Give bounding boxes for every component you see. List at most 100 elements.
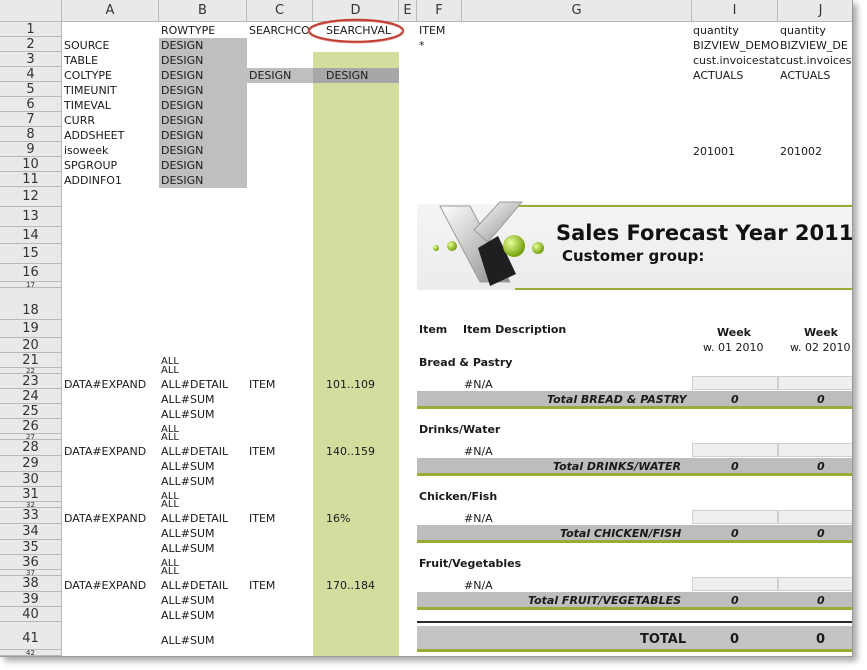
- input-cell[interactable]: [692, 510, 778, 524]
- block-all[interactable]: ALL: [161, 366, 179, 376]
- row-header[interactable]: 16: [0, 264, 62, 282]
- row-header[interactable]: 28: [0, 440, 62, 456]
- cell-all-detail[interactable]: ALL#DETAIL: [161, 512, 228, 525]
- row-header[interactable]: 5: [0, 82, 62, 97]
- column-header-j[interactable]: J: [778, 0, 852, 22]
- cell-b11[interactable]: DESIGN: [161, 174, 203, 187]
- row-header[interactable]: 18: [0, 288, 62, 320]
- row-header[interactable]: 20: [0, 338, 62, 353]
- cell-a4[interactable]: COLTYPE: [64, 69, 112, 82]
- row-header[interactable]: 38: [0, 576, 62, 592]
- cell-b6[interactable]: DESIGN: [161, 99, 203, 112]
- cell-b2[interactable]: DESIGN: [161, 39, 203, 52]
- cell-all-sum[interactable]: ALL#SUM: [161, 634, 215, 647]
- cell-i4[interactable]: ACTUALS: [693, 69, 743, 82]
- cell-j1[interactable]: quantity: [780, 24, 826, 37]
- column-header-f[interactable]: F: [417, 0, 462, 22]
- cell-b3[interactable]: DESIGN: [161, 54, 203, 67]
- row-header[interactable]: 11: [0, 172, 62, 187]
- cell-data-expand[interactable]: DATA#EXPAND: [64, 512, 146, 525]
- cell-b8[interactable]: DESIGN: [161, 129, 203, 142]
- cell-range[interactable]: 101..109: [326, 378, 375, 391]
- input-cell[interactable]: [778, 577, 852, 591]
- cell-all-detail[interactable]: ALL#DETAIL: [161, 378, 228, 391]
- cell-j3[interactable]: cust.invoices: [780, 54, 851, 67]
- cell-a11[interactable]: ADDINFO1: [64, 174, 122, 187]
- row-header[interactable]: 23: [0, 374, 62, 389]
- cell-b9[interactable]: DESIGN: [161, 144, 203, 157]
- cell-c1[interactable]: SEARCHCO: [249, 24, 310, 37]
- cell-a9[interactable]: isoweek: [64, 144, 108, 157]
- row-header[interactable]: 1: [0, 22, 62, 37]
- column-header-b[interactable]: B: [159, 0, 247, 22]
- select-all-corner[interactable]: [0, 0, 62, 22]
- cell-all-sum[interactable]: ALL#SUM: [161, 393, 215, 406]
- block-all[interactable]: ALL: [161, 433, 179, 443]
- cell-j4[interactable]: ACTUALS: [780, 69, 830, 82]
- input-cell[interactable]: [778, 510, 852, 524]
- row-header[interactable]: 19: [0, 320, 62, 338]
- cell-b1[interactable]: ROWTYPE: [161, 24, 215, 37]
- row-header[interactable]: 7: [0, 112, 62, 127]
- input-cell[interactable]: [778, 443, 852, 457]
- cell-data-expand[interactable]: DATA#EXPAND: [64, 378, 146, 391]
- input-cell[interactable]: [692, 577, 778, 591]
- cell-i9[interactable]: 201001: [693, 145, 735, 158]
- cell-b4[interactable]: DESIGN: [161, 69, 203, 82]
- cell-b5[interactable]: DESIGN: [161, 84, 203, 97]
- row-header[interactable]: 31: [0, 487, 62, 502]
- cell-all-sum[interactable]: ALL#SUM: [161, 460, 215, 473]
- column-header-a[interactable]: A: [62, 0, 159, 22]
- cell-j2[interactable]: BIZVIEW_DE: [780, 39, 848, 52]
- cell-na[interactable]: #N/A: [464, 512, 493, 525]
- cell-i2[interactable]: BIZVIEW_DEMO: [693, 39, 779, 52]
- cell-all-sum[interactable]: ALL#SUM: [161, 408, 215, 421]
- cell-all-sum[interactable]: ALL#SUM: [161, 475, 215, 488]
- row-header[interactable]: 24: [0, 389, 62, 404]
- cell-all-detail[interactable]: ALL#DETAIL: [161, 445, 228, 458]
- cell-a3[interactable]: TABLE: [64, 54, 98, 67]
- cell-all-sum[interactable]: ALL#SUM: [161, 609, 215, 622]
- row-header[interactable]: 4: [0, 67, 62, 82]
- cell-item[interactable]: ITEM: [249, 445, 275, 458]
- cell-na[interactable]: #N/A: [464, 378, 493, 391]
- cell-item[interactable]: ITEM: [249, 512, 275, 525]
- cell-a10[interactable]: SPGROUP: [64, 159, 117, 172]
- row-header[interactable]: 14: [0, 227, 62, 244]
- cell-d4[interactable]: DESIGN: [326, 69, 368, 82]
- row-header[interactable]: 30: [0, 472, 62, 487]
- cell-b10[interactable]: DESIGN: [161, 159, 203, 172]
- cell-all-sum[interactable]: ALL#SUM: [161, 542, 215, 555]
- row-header[interactable]: 39: [0, 592, 62, 607]
- row-header[interactable]: 6: [0, 97, 62, 112]
- row-header[interactable]: 33: [0, 508, 62, 524]
- cell-range[interactable]: 170..184: [326, 579, 375, 592]
- cell-f2[interactable]: *: [419, 39, 425, 52]
- cell-na[interactable]: #N/A: [464, 579, 493, 592]
- column-header-g[interactable]: G: [462, 0, 692, 22]
- cell-a5[interactable]: TIMEUNIT: [64, 84, 117, 97]
- row-header[interactable]: 13: [0, 207, 62, 227]
- cell-data-expand[interactable]: DATA#EXPAND: [64, 445, 146, 458]
- cell-a2[interactable]: SOURCE: [64, 39, 109, 52]
- column-header-c[interactable]: C: [247, 0, 313, 22]
- cell-range[interactable]: 140..159: [326, 445, 375, 458]
- row-header[interactable]: 12: [0, 187, 62, 207]
- cell-f1[interactable]: ITEM: [419, 24, 445, 37]
- row-header[interactable]: 42: [0, 650, 62, 656]
- row-header[interactable]: 41: [0, 622, 62, 650]
- row-header[interactable]: 25: [0, 404, 62, 419]
- block-all[interactable]: ALL: [161, 500, 179, 510]
- cell-all-sum[interactable]: ALL#SUM: [161, 527, 215, 540]
- cell-na[interactable]: #N/A: [464, 445, 493, 458]
- spreadsheet[interactable]: A B C D E F G I J 1 2 3 4 5 6 7 8 9 10 1…: [0, 0, 853, 657]
- input-cell[interactable]: [778, 376, 852, 390]
- row-header[interactable]: 8: [0, 127, 62, 142]
- cell-item[interactable]: ITEM: [249, 378, 275, 391]
- cell-a6[interactable]: TIMEVAL: [64, 99, 111, 112]
- input-cell[interactable]: [692, 443, 778, 457]
- cell-data-expand[interactable]: DATA#EXPAND: [64, 579, 146, 592]
- cell-a8[interactable]: ADDSHEET: [64, 129, 124, 142]
- row-header[interactable]: 2: [0, 37, 62, 52]
- row-header[interactable]: 34: [0, 524, 62, 540]
